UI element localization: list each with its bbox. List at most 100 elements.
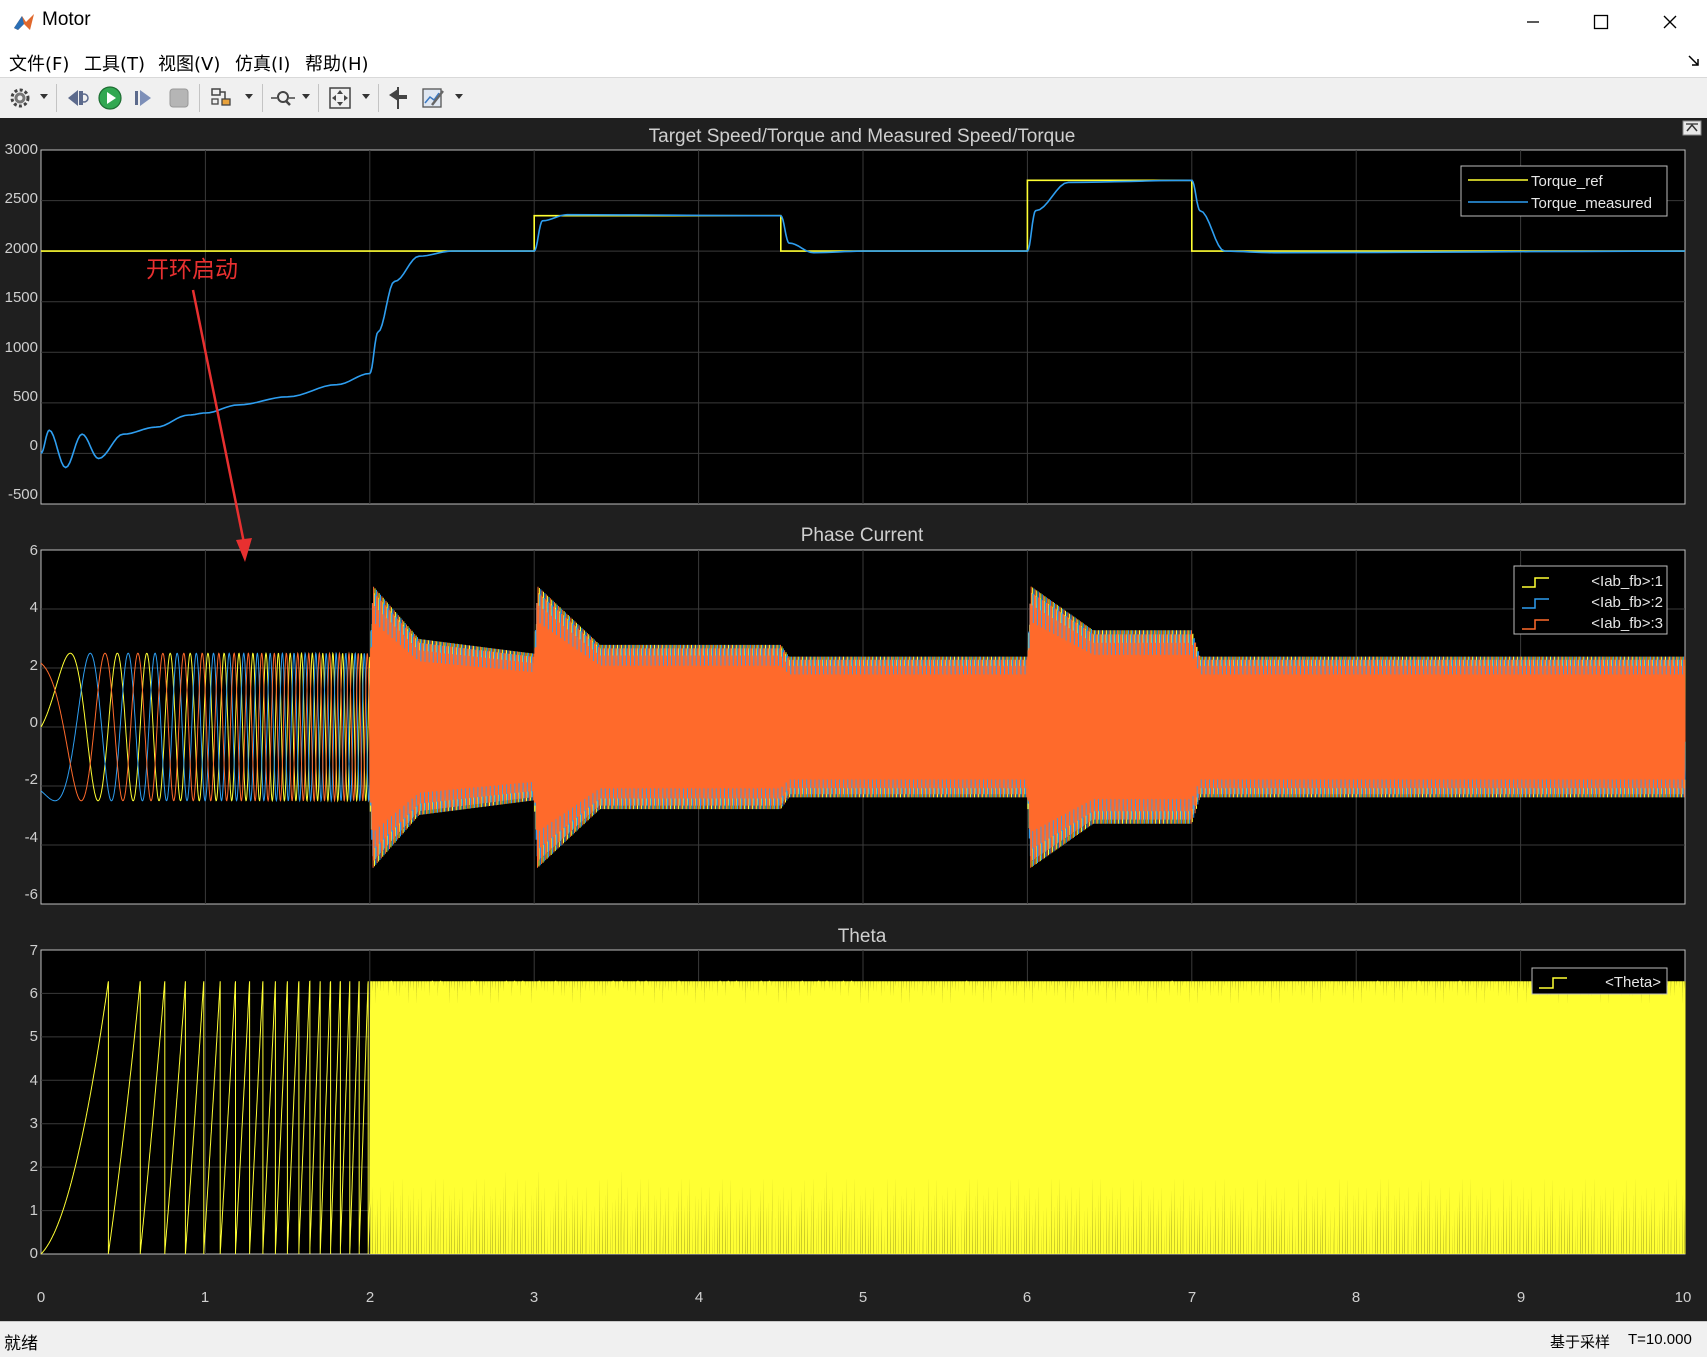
- chevron-down-icon: [455, 94, 463, 99]
- stop-button[interactable]: [164, 84, 194, 112]
- y-tick-label: 2000: [5, 240, 38, 257]
- legend-label: Torque_ref: [1531, 173, 1604, 190]
- y-tick-label: 3000: [5, 141, 38, 158]
- minimize-button[interactable]: [1499, 0, 1567, 44]
- menu-tools[interactable]: 工具(T): [84, 50, 145, 76]
- chevron-down-icon: [362, 94, 370, 99]
- style-button[interactable]: [418, 84, 448, 112]
- highlight-icon: [211, 88, 231, 106]
- x-tick-label: 6: [1023, 1289, 1031, 1306]
- x-tick-label: 4: [695, 1289, 703, 1306]
- run-button[interactable]: [95, 84, 125, 112]
- style-dropdown[interactable]: [454, 90, 464, 104]
- highlight-button[interactable]: [207, 84, 237, 112]
- chevron-down-icon: [302, 94, 310, 99]
- x-tick-label: 9: [1517, 1289, 1525, 1306]
- y-tick-label: 6: [30, 985, 38, 1002]
- matlab-logo-icon: [14, 14, 34, 30]
- y-tick-label: 7: [30, 942, 38, 959]
- zoom-button[interactable]: [268, 84, 298, 112]
- legend-label: Torque_measured: [1531, 195, 1652, 212]
- zoom-dropdown[interactable]: [301, 90, 311, 104]
- undock-icon[interactable]: [1687, 54, 1701, 68]
- toolbar-separator: [199, 84, 200, 112]
- minimize-icon: [1527, 21, 1539, 23]
- legend-label: <Iab_fb>:2: [1591, 594, 1663, 611]
- y-tick-label: 500: [13, 388, 38, 405]
- menu-file[interactable]: 文件(F): [9, 50, 69, 76]
- y-tick-label: -4: [25, 829, 38, 846]
- series-line: [40, 980, 1686, 1255]
- plot-title: Target Speed/Torque and Measured Speed/T…: [649, 126, 1076, 147]
- cursor-icon: [389, 87, 407, 109]
- cursor-button[interactable]: [383, 84, 413, 112]
- zoom-icon: [271, 91, 295, 106]
- toolbar-separator: [318, 84, 319, 112]
- scope-svg: Target Speed/Torque and Measured Speed/T…: [5, 120, 1702, 1306]
- toolbar-separator: [378, 84, 379, 112]
- x-tick-label: 3: [530, 1289, 538, 1306]
- title-bar: Motor: [0, 0, 1707, 44]
- y-tick-label: 2500: [5, 190, 38, 207]
- expand-axes-icon[interactable]: [1682, 120, 1702, 136]
- maximize-button[interactable]: [1567, 0, 1635, 44]
- plot-phase-current: Phase Current 6 4 2 0 -2 -4 -6 <Iab_fb>:…: [25, 525, 1686, 905]
- window-title: Motor: [42, 9, 91, 30]
- gear-icon: [10, 88, 30, 108]
- maximize-icon: [1593, 14, 1609, 30]
- y-tick-label: 2: [30, 1158, 38, 1175]
- y-tick-label: 6: [30, 542, 38, 559]
- legend-label: <Theta>: [1605, 974, 1661, 991]
- x-tick-label: 2: [366, 1289, 374, 1306]
- status-text: 就绪: [4, 1334, 38, 1354]
- y-tick-label: 1: [30, 1202, 38, 1219]
- annotation-label: 开环启动: [146, 257, 238, 283]
- run-icon: [98, 86, 122, 110]
- plot-speed-torque: Target Speed/Torque and Measured Speed/T…: [5, 126, 1686, 505]
- settings-button[interactable]: [5, 84, 35, 112]
- y-tick-label: -6: [25, 886, 38, 903]
- highlight-dropdown[interactable]: [244, 90, 254, 104]
- settings-dropdown[interactable]: [39, 90, 49, 104]
- y-tick-labels: 3000 2500 2000 1500 1000 500 0 -500: [5, 141, 38, 503]
- y-tick-label: -2: [25, 771, 38, 788]
- x-tick-label: 1: [201, 1289, 209, 1306]
- menu-help[interactable]: 帮助(H): [305, 50, 369, 76]
- series-lines: [40, 980, 1686, 1255]
- x-tick-label: 8: [1352, 1289, 1360, 1306]
- legend[interactable]: <Theta>: [1531, 967, 1668, 995]
- close-button[interactable]: [1636, 0, 1704, 44]
- scope-plot-area: Target Speed/Torque and Measured Speed/T…: [0, 118, 1707, 1321]
- toolbar-separator: [262, 84, 263, 112]
- legend[interactable]: Torque_ref Torque_measured: [1460, 165, 1668, 217]
- close-icon: [1663, 15, 1677, 29]
- menu-view[interactable]: 视图(V): [158, 50, 220, 76]
- menu-simulation[interactable]: 仿真(I): [235, 50, 290, 76]
- step-forward-button[interactable]: [128, 84, 158, 112]
- y-tick-label: 4: [30, 1072, 38, 1089]
- menu-bar: 文件(F) 工具(T) 视图(V) 仿真(I) 帮助(H): [0, 44, 1707, 76]
- fit-dropdown[interactable]: [361, 90, 371, 104]
- y-tick-label: 1500: [5, 289, 38, 306]
- status-bar: 就绪 基于采样 T=10.000: [0, 1321, 1707, 1357]
- x-tick-label: 7: [1188, 1289, 1196, 1306]
- step-back-icon: [68, 90, 89, 106]
- y-tick-label: 4: [30, 599, 38, 616]
- sim-time: T=10.000: [1628, 1331, 1692, 1348]
- legend-label: <Iab_fb>:3: [1591, 615, 1663, 632]
- y-tick-labels: 7 6 5 4 3 2 1 0: [30, 942, 38, 1262]
- plot-theta: Theta 7 6 5 4 3 2 1 0 <Theta>: [30, 926, 1686, 1262]
- step-forward-icon: [135, 90, 151, 106]
- fit-view-button[interactable]: [325, 84, 355, 112]
- y-tick-labels: 6 4 2 0 -2 -4 -6: [25, 542, 38, 903]
- legend[interactable]: <Iab_fb>:1 <Iab_fb>:2 <Iab_fb>:3: [1513, 565, 1668, 635]
- y-tick-label: 0: [30, 714, 38, 731]
- y-tick-label: 1000: [5, 339, 38, 356]
- step-back-button[interactable]: [62, 84, 92, 112]
- y-tick-label: 0: [30, 437, 38, 454]
- style-icon: [422, 88, 444, 108]
- fit-view-icon: [329, 87, 351, 109]
- stop-icon: [169, 88, 189, 108]
- y-tick-label: 0: [30, 1245, 38, 1262]
- x-tick-label: 0: [37, 1289, 45, 1306]
